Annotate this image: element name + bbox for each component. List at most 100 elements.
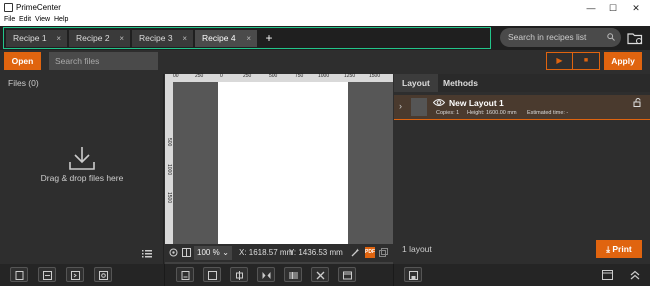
maximize-button[interactable]: ☐ xyxy=(602,1,624,15)
layout-panel-tabs: Layout Methods xyxy=(394,74,650,92)
cut-marks-icon xyxy=(316,271,325,280)
gallery-icon[interactable] xyxy=(602,270,613,280)
add-tab-button[interactable]: + xyxy=(262,30,276,47)
save-icon xyxy=(409,271,418,280)
chevron-right-icon[interactable]: › xyxy=(399,101,402,111)
ruler-label: 00 xyxy=(173,73,179,79)
canvas-status-bar: 100 % ⌄ X: 1618.57 mm Y: 1436.53 mm PDF xyxy=(165,244,393,262)
align-center-button[interactable] xyxy=(230,267,248,282)
tab-label: Recipe 1 xyxy=(13,33,47,43)
app-icon xyxy=(4,3,13,12)
x-coordinate: X: 1618.57 mm xyxy=(239,248,294,257)
unlock-icon[interactable] xyxy=(633,98,642,107)
tab-close-icon[interactable]: × xyxy=(182,30,187,47)
collapse-up-icon[interactable] xyxy=(630,270,640,280)
play-button[interactable]: ▶ xyxy=(547,53,573,69)
download-icon xyxy=(69,147,95,170)
mirror-button[interactable] xyxy=(257,267,275,282)
zoom-select[interactable]: 100 % ⌄ xyxy=(194,246,232,260)
fit-view-icon[interactable] xyxy=(169,248,178,257)
apply-button[interactable]: Apply xyxy=(604,52,642,70)
cut-marks-button[interactable] xyxy=(311,267,329,282)
frame-button[interactable] xyxy=(203,267,221,282)
tab-label: Recipe 2 xyxy=(76,33,110,43)
layout-copies: Copies: 1 xyxy=(436,110,460,116)
mirror-icon xyxy=(262,272,271,279)
import-icon xyxy=(71,271,80,280)
title-bar: PrimeCenter — ☐ ✕ xyxy=(0,0,650,16)
magic-wand-icon[interactable] xyxy=(351,248,360,257)
file-properties-button[interactable] xyxy=(38,267,56,282)
y-coordinate: Y: 1436.53 mm xyxy=(289,248,343,257)
align-center-icon xyxy=(236,271,243,280)
main-toolbar: Open ▶ ■ Apply xyxy=(0,50,650,74)
layout-thumbnail xyxy=(411,98,427,116)
ruler-label: 1000 xyxy=(318,73,330,79)
layout-list-item[interactable]: › New Layout 1 Copies: 1 Height: 1600.00… xyxy=(394,95,650,120)
search-files-input[interactable] xyxy=(49,52,158,70)
pdf-icon[interactable]: PDF xyxy=(365,247,375,258)
tab-label: Recipe 4 xyxy=(202,33,236,43)
barcode-button[interactable] xyxy=(284,267,302,282)
barcode-icon xyxy=(289,272,298,279)
ruler-label: 250 xyxy=(243,73,252,79)
ruler-label: 1500 xyxy=(166,192,172,204)
tab-close-icon[interactable]: × xyxy=(56,30,61,47)
preview-button[interactable] xyxy=(338,267,356,282)
chevron-down-icon: ⌄ xyxy=(222,248,229,257)
menu-edit[interactable]: Edit xyxy=(19,16,31,23)
layout-name: New Layout 1 xyxy=(449,98,504,108)
ruler-label: 750 xyxy=(295,73,304,79)
recipe-search-input[interactable]: Search in recipes list xyxy=(500,28,621,47)
recipe-tab-bar: Recipe 1 × Recipe 2 × Recipe 3 × Recipe … xyxy=(0,26,650,50)
open-button[interactable]: Open xyxy=(4,52,41,70)
minimize-button[interactable]: — xyxy=(580,1,602,15)
menu-view[interactable]: View xyxy=(35,16,50,23)
import-button[interactable] xyxy=(66,267,84,282)
tab-recipe-4[interactable]: Recipe 4 × xyxy=(195,30,257,47)
ruler-label: 1500 xyxy=(369,73,381,79)
zoom-value: 100 % xyxy=(197,248,220,257)
save-layout-button[interactable] xyxy=(404,267,422,282)
ruler-label: 1250 xyxy=(344,73,356,79)
layers-icon[interactable] xyxy=(379,248,388,257)
tab-label: Recipe 3 xyxy=(139,33,173,43)
horizontal-ruler: 00 250 0 250 500 750 1000 1250 1500 xyxy=(165,73,393,82)
ruler-label: 0 xyxy=(220,73,223,79)
tab-recipe-1[interactable]: Recipe 1 × xyxy=(6,30,67,47)
search-icon xyxy=(607,33,615,41)
tab-layout[interactable]: Layout xyxy=(394,74,438,92)
folder-settings-icon[interactable] xyxy=(626,30,644,46)
canvas-area[interactable] xyxy=(173,82,393,244)
playback-controls: ▶ ■ xyxy=(546,52,600,70)
preview-icon xyxy=(343,271,352,280)
ruler-label: 250 xyxy=(195,73,204,79)
vertical-ruler: 500 1000 1500 xyxy=(165,82,173,244)
files-count-label: Files (0) xyxy=(8,78,39,88)
tab-recipe-2[interactable]: Recipe 2 × xyxy=(69,30,130,47)
tab-close-icon[interactable]: × xyxy=(246,30,251,47)
stop-button[interactable]: ■ xyxy=(573,53,599,69)
ruler-label: 500 xyxy=(166,138,172,147)
close-window-button[interactable]: ✕ xyxy=(625,1,647,15)
menu-help[interactable]: Help xyxy=(54,16,68,23)
tab-methods[interactable]: Methods xyxy=(435,74,486,92)
tab-recipe-3[interactable]: Recipe 3 × xyxy=(132,30,193,47)
menu-file[interactable]: File xyxy=(4,16,15,23)
ruler-label: 500 xyxy=(269,73,278,79)
page-sheet[interactable] xyxy=(218,82,348,244)
window-title: PrimeCenter xyxy=(16,3,61,12)
tab-close-icon[interactable]: × xyxy=(119,30,124,47)
eye-icon[interactable] xyxy=(433,98,445,107)
target-icon xyxy=(99,271,108,280)
target-button[interactable] xyxy=(94,267,112,282)
new-file-button[interactable] xyxy=(10,267,28,282)
print-button[interactable]: ⤓ Print xyxy=(596,240,642,258)
columns-icon[interactable] xyxy=(182,248,191,257)
layout-panel: Layout Methods › New Layout 1 Copies: 1 … xyxy=(394,74,650,264)
square-icon xyxy=(208,271,217,280)
files-panel: Files (0) Drag & drop files here xyxy=(0,74,164,264)
list-view-icon[interactable] xyxy=(142,250,152,258)
page-settings-button[interactable] xyxy=(176,267,194,282)
canvas-panel: 00 250 0 250 500 750 1000 1250 1500 500 … xyxy=(165,73,393,264)
